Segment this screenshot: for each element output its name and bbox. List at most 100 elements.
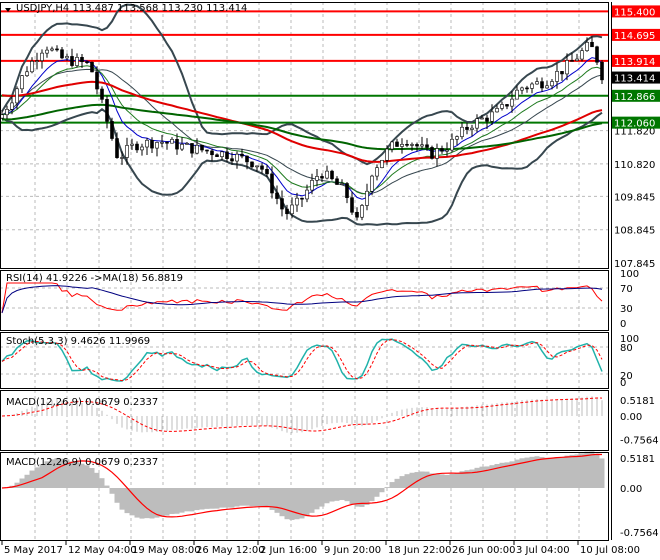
candle [290,204,294,215]
candle [320,176,324,179]
candle [275,192,279,199]
candle [590,41,594,48]
macd-histogram-bar [289,488,295,520]
macd-histogram-bar [84,465,90,488]
macd-histogram-bar [179,488,185,513]
candle [300,197,304,200]
chart-window[interactable]: 111.820 110.820 109.845 108.845 107.845 115.4… [0,0,660,560]
candle [390,141,394,150]
current-price-label: 113.414 [614,74,655,85]
macd-histogram-bar [174,488,180,514]
candle [245,155,249,163]
macd-histogram-bar [479,466,485,488]
macd-histogram-bar [534,456,540,488]
candle [60,49,64,59]
candle [250,161,254,168]
candle [530,83,534,89]
time-axis-label: 19 May 08:00 [132,545,201,556]
symbol-title: USDJPY,H4 113.487 113.568 113.230 113.41… [16,3,248,14]
candle [440,148,444,152]
candle [470,127,474,130]
candle [160,141,164,144]
candle [600,61,604,81]
rsi-ma-line [1,285,603,314]
level-label: 112.060 [614,119,655,130]
candle [425,144,429,148]
candle [120,157,124,159]
macd-histogram-bar [319,488,325,507]
candle [595,46,599,63]
time-axis-label: 3 Jul 04:00 [516,545,570,556]
candle [115,138,119,158]
macd-histogram-bar [394,478,400,488]
candle [430,147,434,159]
macd-histogram-bar [399,476,405,488]
macd-histogram-bar [114,488,120,503]
time-axis-label: 12 May 04:00 [68,545,137,556]
candle [370,175,374,192]
time-axis-label: 9 Jun 20:00 [324,545,381,556]
candle [525,87,529,90]
macd-histogram-bar [164,488,170,516]
macd-histogram-bar [329,488,335,502]
macd-histogram-bar [169,488,175,514]
candle [155,142,159,149]
macd-histogram-bar [294,488,300,520]
candle [215,154,219,157]
macd-histogram-bar [384,487,390,488]
candle [35,60,39,62]
candle [420,144,424,147]
macd-histogram-bar [589,451,595,488]
candle [570,60,574,62]
macd-histogram-bar [254,488,260,507]
candle [190,143,194,154]
bollinger-lower [1,108,603,226]
candle [260,165,264,170]
candle [30,61,34,73]
candle [210,150,214,156]
candle [265,168,269,175]
macd1-scale-label: 0.5181 [620,396,655,407]
candle [335,178,339,185]
candle [575,58,579,61]
macd-histogram-bar [284,488,290,520]
candle [350,197,354,213]
candle [410,144,414,146]
price-axis-label: 110.820 [614,160,655,171]
candle [465,126,469,130]
macd-histogram-bar [559,457,565,488]
macd-histogram-bar [99,478,105,488]
macd2-label: MACD(12,26,9) 0.0679 0.2337 [6,457,158,468]
candle [540,81,544,89]
candle [475,118,479,129]
macd-histogram-bar [404,474,410,488]
candle [100,88,104,100]
macd-histogram-bar [104,485,110,488]
candle [310,180,314,191]
candle [240,153,244,157]
candle [565,60,569,75]
candle [585,41,589,51]
macd-histogram-bar [349,488,355,504]
macd1-scale-label: 0.00 [620,412,642,423]
chart-canvas[interactable]: 111.820110.820109.845108.845107.845115.4… [0,0,660,560]
candle [510,98,514,107]
macd-histogram-bar [564,455,570,488]
candle [455,136,459,140]
candle [500,104,504,109]
bollinger-middle [1,68,603,195]
macd-histogram-bar [144,488,150,519]
macd-histogram-bar [374,488,380,497]
candle [435,148,439,159]
candle [355,211,359,218]
candle [560,71,564,75]
macd-histogram-bar [109,488,115,494]
candle [150,139,154,149]
macd-histogram-bar [544,457,550,488]
macd-histogram-bar [89,468,95,488]
candle [230,158,234,162]
macd-histogram-bar [309,488,315,513]
macd-histogram-bar [314,488,320,510]
macd1-scale-label: -0.7564 [620,435,659,446]
macd-histogram-bar [214,488,220,509]
